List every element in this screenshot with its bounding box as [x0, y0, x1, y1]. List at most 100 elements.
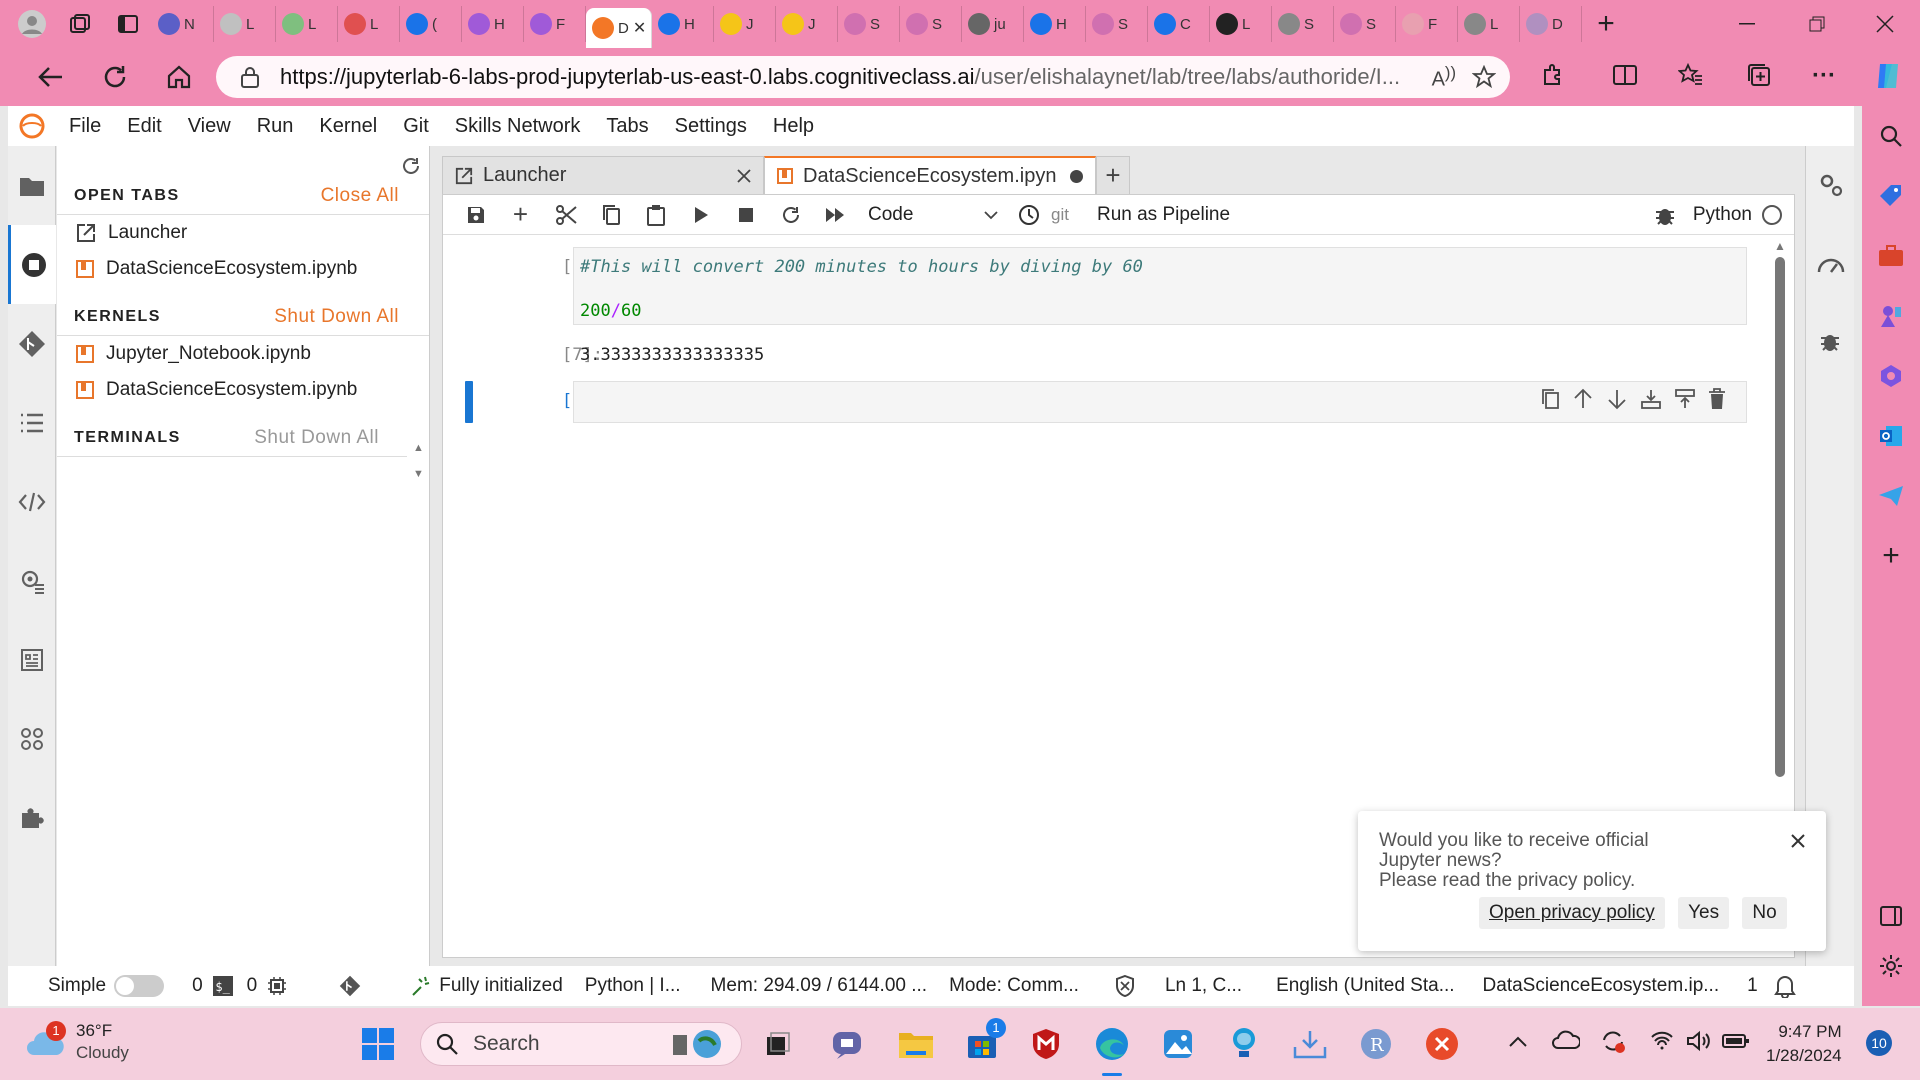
- photos-icon[interactable]: [1152, 1018, 1204, 1070]
- kernel-item[interactable]: DataScienceEcosystem.ipynb: [57, 372, 429, 408]
- run-as-pipeline-button[interactable]: Run as Pipeline: [1097, 204, 1230, 226]
- kernel-name[interactable]: Python: [1693, 204, 1752, 226]
- browser-tab[interactable]: L: [1210, 6, 1272, 42]
- browser-tab[interactable]: (: [400, 6, 462, 42]
- browser-tab[interactable]: D: [1520, 6, 1582, 42]
- duplicate-cell-icon[interactable]: [1540, 388, 1560, 410]
- active-code-cell[interactable]: [ ]:: [443, 381, 1783, 427]
- shut-down-all-kernels-button[interactable]: Shut Down All: [274, 306, 399, 328]
- browser-tab[interactable]: N: [152, 6, 214, 42]
- close-icon[interactable]: [737, 168, 751, 183]
- cell-input-empty[interactable]: [573, 381, 1747, 423]
- code-cell[interactable]: [7]: #This will convert 200 minutes to h…: [443, 247, 1783, 327]
- browser-tab[interactable]: C: [1148, 6, 1210, 42]
- clock-icon[interactable]: [1006, 195, 1051, 235]
- table-of-contents-icon[interactable]: [8, 383, 56, 462]
- menu-kernel[interactable]: Kernel: [306, 115, 390, 138]
- onedrive-icon[interactable]: [1552, 1030, 1580, 1050]
- open-tab-item[interactable]: DataScienceEcosystem.ipynb: [57, 251, 429, 287]
- property-settings-icon[interactable]: [1818, 172, 1844, 198]
- shopping-tag-icon[interactable]: [1862, 166, 1920, 226]
- address-bar[interactable]: https://jupyterlab-6-labs-prod-jupyterla…: [216, 56, 1510, 98]
- send-icon[interactable]: [1862, 466, 1920, 526]
- browser-tab[interactable]: F: [1396, 6, 1458, 42]
- debugger-icon[interactable]: [1655, 204, 1675, 226]
- new-launcher-button[interactable]: +: [1096, 156, 1130, 194]
- back-button[interactable]: [26, 52, 76, 102]
- browser-tab[interactable]: J: [776, 6, 838, 42]
- browser-tab[interactable]: L: [276, 6, 338, 42]
- wifi-icon[interactable]: [1650, 1030, 1674, 1050]
- notification-close-icon[interactable]: [1790, 833, 1806, 849]
- scroll-up-arrow-icon[interactable]: ▲: [1774, 239, 1786, 253]
- open-tab-item[interactable]: Launcher: [57, 215, 429, 251]
- mcafee-icon[interactable]: [1020, 1018, 1072, 1070]
- downloads-icon[interactable]: [1284, 1018, 1336, 1070]
- outlook-icon[interactable]: [1862, 406, 1920, 466]
- puzzle-extensions-icon[interactable]: [8, 778, 56, 857]
- profile-avatar[interactable]: [8, 0, 56, 48]
- volume-icon[interactable]: [1686, 1030, 1712, 1052]
- extension-manager-icon[interactable]: [8, 620, 56, 699]
- panel-scroll-down-icon[interactable]: ▼: [413, 468, 424, 480]
- menu-skills-network[interactable]: Skills Network: [442, 115, 594, 138]
- unsaved-dot-icon[interactable]: [1070, 169, 1083, 183]
- apps-icon[interactable]: [8, 699, 56, 778]
- menu-file[interactable]: File: [56, 115, 114, 138]
- debugger-panel-icon[interactable]: [1820, 330, 1840, 352]
- save-icon[interactable]: [453, 195, 498, 235]
- edge-browser-icon[interactable]: [1086, 1018, 1138, 1076]
- git-toolbar-button[interactable]: git: [1051, 205, 1069, 225]
- lock-icon[interactable]: [240, 66, 260, 88]
- battery-icon[interactable]: [1722, 1032, 1750, 1050]
- browser-tab-active[interactable]: D ✕: [586, 8, 652, 48]
- browser-tab[interactable]: S: [900, 6, 962, 42]
- microsoft-store-icon[interactable]: 1: [956, 1018, 1008, 1070]
- cursor-position[interactable]: Ln 1, C...: [1165, 975, 1242, 997]
- home-button[interactable]: [154, 52, 204, 102]
- refresh-button[interactable]: [90, 52, 140, 102]
- browser-tab[interactable]: H: [462, 6, 524, 42]
- panel-scroll-up-icon[interactable]: ▲: [413, 442, 424, 454]
- open-privacy-policy-button[interactable]: Open privacy policy: [1479, 897, 1665, 929]
- file-explorer-icon[interactable]: [890, 1018, 942, 1070]
- restart-kernel-icon[interactable]: [768, 195, 813, 235]
- cut-icon[interactable]: [543, 195, 588, 235]
- new-tab-button[interactable]: +: [1582, 0, 1630, 48]
- microsoft-365-icon[interactable]: [1862, 346, 1920, 406]
- close-window-button[interactable]: [1850, 0, 1920, 48]
- browser-tab[interactable]: J: [714, 6, 776, 42]
- resource-usage-icon[interactable]: [1816, 250, 1846, 278]
- browser-tab[interactable]: H: [1024, 6, 1086, 42]
- move-up-icon[interactable]: [1572, 388, 1594, 410]
- workspaces-icon[interactable]: [56, 0, 104, 48]
- paste-icon[interactable]: [633, 195, 678, 235]
- shut-down-all-terminals-button[interactable]: Shut Down All: [254, 427, 379, 449]
- trust-shield-icon[interactable]: [1115, 975, 1135, 997]
- file-browser-icon[interactable]: [8, 146, 56, 225]
- interrupt-kernel-icon[interactable]: [723, 195, 768, 235]
- delete-cell-icon[interactable]: [1708, 388, 1726, 410]
- refresh-running-icon[interactable]: [401, 156, 421, 176]
- clock[interactable]: 9:47 PM 1/28/2024: [1766, 1020, 1842, 1068]
- git-status-icon[interactable]: [339, 975, 361, 997]
- menu-tabs[interactable]: Tabs: [593, 115, 661, 138]
- move-down-icon[interactable]: [1606, 388, 1628, 410]
- kernel-count[interactable]: 0: [247, 975, 258, 997]
- menu-git[interactable]: Git: [390, 115, 442, 138]
- git-icon[interactable]: [8, 304, 56, 383]
- bell-icon[interactable]: [1773, 974, 1796, 998]
- task-view-icon[interactable]: [752, 1018, 804, 1070]
- add-sidebar-app-icon[interactable]: +: [1862, 526, 1920, 586]
- menu-help[interactable]: Help: [760, 115, 827, 138]
- games-icon[interactable]: [1862, 286, 1920, 346]
- browser-tab[interactable]: H: [652, 6, 714, 42]
- terminal-count[interactable]: 0: [192, 975, 203, 997]
- show-hidden-icons-icon[interactable]: [1508, 1034, 1528, 1048]
- edge-settings-icon[interactable]: [1862, 936, 1920, 996]
- browser-tab[interactable]: L: [1458, 6, 1520, 42]
- cell-input[interactable]: #This will convert 200 minutes to hours …: [573, 247, 1747, 325]
- favorite-star-icon[interactable]: [1472, 65, 1496, 89]
- edge-search-icon[interactable]: [1862, 106, 1920, 166]
- r-app-icon[interactable]: R: [1350, 1018, 1402, 1070]
